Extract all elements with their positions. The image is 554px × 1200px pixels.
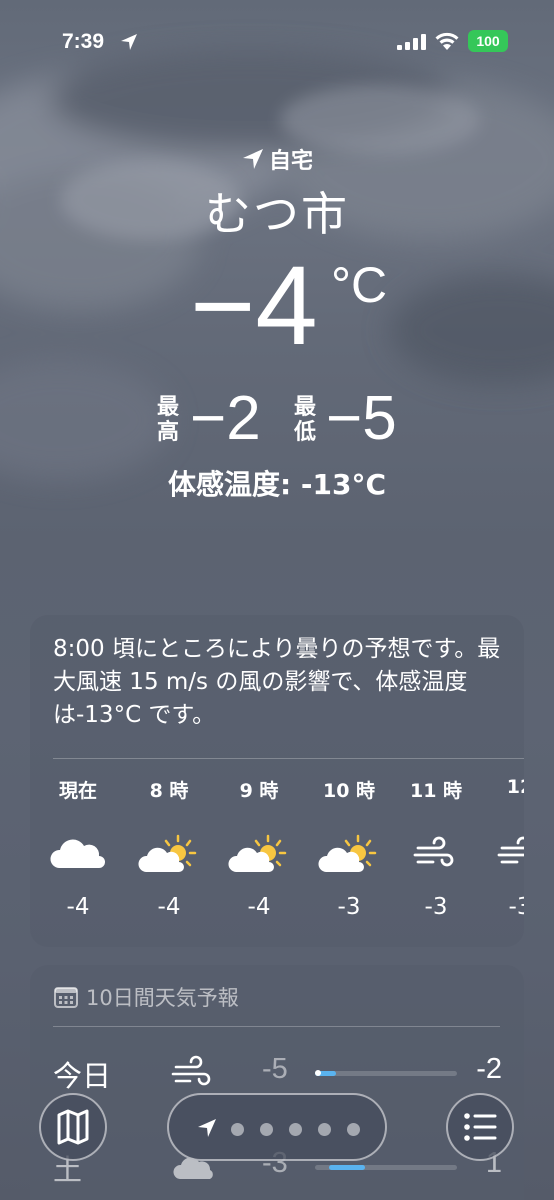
location-arrow-icon [198,1119,216,1137]
hour-temp: -4 [247,894,271,920]
home-label: 自宅 [268,149,313,174]
hour-item: 12 -3 [485,776,524,920]
divider [53,758,524,759]
low-label: 最 低 [294,395,317,445]
hour-item: 10 時 -3 [314,776,384,920]
ten-day-title: 10日間天気予報 [54,982,239,1012]
hour-temp: -3 [424,894,448,920]
ten-day-title-text: 10日間天気予報 [86,986,239,1010]
hour-label: 現在 [58,780,97,802]
forecast-summary: 8:00 頃にところにより曇りの予想です。最大風速 15 m/s の風の影響で、… [53,636,501,728]
cloud-icon [43,834,113,894]
partly-sunny-icon [224,834,294,894]
feels-like-temperature: 体感温度: -13°C [167,468,387,501]
high-label: 最 高 [157,395,180,445]
cellular-signal-icon [397,34,426,50]
list-icon [464,1113,497,1141]
partly-sunny-icon [314,834,384,894]
battery-indicator: 100 [468,30,508,52]
current-temp-dot [315,1070,321,1076]
ten-day-forecast-card[interactable]: 10日間天気予報 今日 -5 -2 土 -3 1 [30,965,524,1200]
hour-item: 11 時 -3 [401,776,471,920]
high-low-temperatures: 最 高 −2 最 低 −5 [0,388,554,452]
hourly-forecast-card[interactable]: 8:00 頃にところにより曇りの予想です。最大風速 15 m/s の風の影響で、… [30,615,524,947]
map-icon [57,1109,89,1145]
page-dot[interactable] [318,1123,331,1136]
day-high-temp: -2 [476,1053,502,1085]
day-name: 今日 [53,1059,112,1093]
temp-range-bar [315,1165,457,1170]
hour-temp: -4 [157,894,181,920]
wifi-icon [435,32,459,50]
temperature-unit: °C [331,257,388,313]
location-pager[interactable] [167,1093,387,1161]
temp-range-bar [315,1070,457,1076]
status-time: 7:39 [62,30,105,53]
page-dot[interactable] [231,1123,244,1136]
hour-temp: -4 [66,894,90,920]
city-name: むつ市 [205,187,349,241]
current-temperature: −4 [190,243,318,368]
wind-icon [485,834,524,894]
location-arrow-icon [242,149,263,169]
low-temperature: −5 [326,384,397,453]
page-dot[interactable] [260,1123,273,1136]
wind-icon [170,1055,218,1095]
wind-icon [401,834,471,894]
hour-label: 8 時 [149,780,189,802]
day-low-temp: -5 [262,1053,288,1085]
location-list-button[interactable] [446,1093,514,1161]
location-label: 自宅 [0,143,554,175]
temp-range-fill [329,1165,365,1170]
hour-label: 12 [506,776,524,798]
hour-label: 10 時 [322,780,376,802]
hourly-scroller[interactable]: 現在 -4 8 時 -4 9 時 -4 10 時 -3 11 時 -3 1 - [30,760,524,940]
divider [53,1026,500,1027]
calendar-icon [54,987,78,1008]
high-temperature: −2 [190,384,261,453]
hour-item: 8 時 -4 [134,776,204,920]
hour-item: 現在 -4 [43,776,113,920]
location-services-icon [121,34,137,50]
hour-label: 9 時 [239,780,279,802]
page-dot[interactable] [289,1123,302,1136]
hour-temp: -3 [337,894,361,920]
page-dot[interactable] [347,1123,360,1136]
hour-temp: -3 [508,894,524,920]
status-bar: 7:39 100 [0,0,554,84]
map-button[interactable] [39,1093,107,1161]
hour-item: 9 時 -4 [224,776,294,920]
hour-label: 11 時 [409,780,463,802]
partly-sunny-icon [134,834,204,894]
